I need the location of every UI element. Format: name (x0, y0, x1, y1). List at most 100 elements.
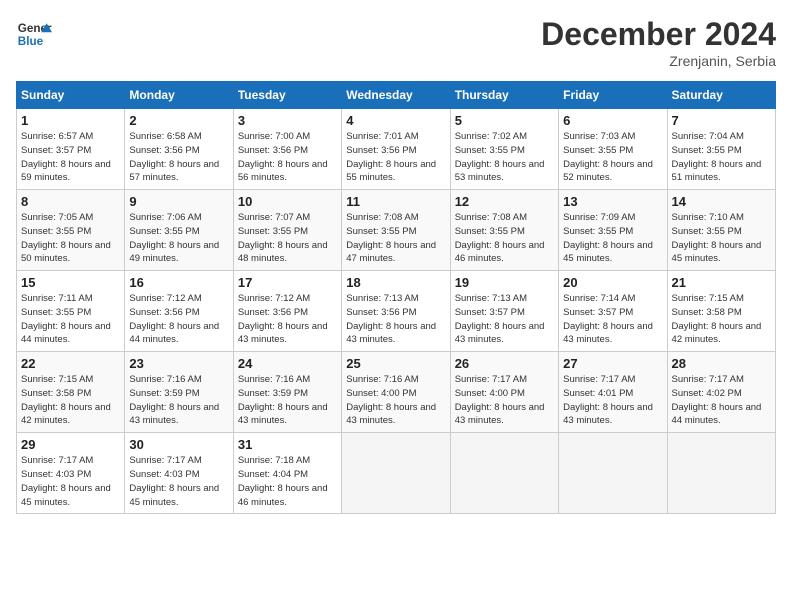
day-info: Sunrise: 7:17 AMSunset: 4:00 PMDaylight:… (455, 373, 554, 428)
header-sunday: Sunday (17, 82, 125, 109)
day-number: 20 (563, 275, 662, 290)
day-number: 23 (129, 356, 228, 371)
header-monday: Monday (125, 82, 233, 109)
day-cell-8: 8Sunrise: 7:05 AMSunset: 3:55 PMDaylight… (17, 190, 125, 271)
day-number: 10 (238, 194, 337, 209)
day-cell-17: 17 Sunrise: 7:12 AMSunset: 3:56 PMDayligh… (233, 271, 341, 352)
day-info: Sunrise: 7:15 AMSunset: 3:58 PMDaylight:… (672, 292, 771, 347)
day-number: 29 (21, 437, 120, 452)
day-info: Sunrise: 7:13 AMSunset: 3:57 PMDaylight:… (455, 292, 554, 347)
day-number: 19 (455, 275, 554, 290)
calendar-table: Sunday Monday Tuesday Wednesday Thursday… (16, 81, 776, 514)
day-cell-3: 3Sunrise: 7:00 AMSunset: 3:56 PMDaylight… (233, 109, 341, 190)
day-info: Sunrise: 7:10 AMSunset: 3:55 PMDaylight:… (672, 211, 771, 266)
day-info: Sunrise: 7:16 AMSunset: 3:59 PMDaylight:… (238, 373, 337, 428)
page-header: General Blue December 2024 Zrenjanin, Se… (16, 16, 776, 69)
week-row-3: 15 Sunrise: 7:11 AMSunset: 3:55 PMDayligh… (17, 271, 776, 352)
day-cell-24: 24 Sunrise: 7:16 AMSunset: 3:59 PMDayligh… (233, 352, 341, 433)
day-number: 24 (238, 356, 337, 371)
day-cell-21: 21 Sunrise: 7:15 AMSunset: 3:58 PMDayligh… (667, 271, 775, 352)
logo: General Blue (16, 16, 52, 52)
day-number: 18 (346, 275, 445, 290)
day-cell-6: 6 Sunrise: 7:03 AMSunset: 3:55 PMDaylight… (559, 109, 667, 190)
day-info: Sunrise: 7:13 AMSunset: 3:56 PMDaylight:… (346, 292, 445, 347)
day-info: Sunrise: 7:01 AMSunset: 3:56 PMDaylight:… (346, 130, 445, 185)
header-thursday: Thursday (450, 82, 558, 109)
day-number: 1 (21, 113, 120, 128)
day-info: Sunrise: 7:07 AMSunset: 3:55 PMDaylight:… (238, 211, 337, 266)
day-number: 22 (21, 356, 120, 371)
header-tuesday: Tuesday (233, 82, 341, 109)
day-number: 30 (129, 437, 228, 452)
day-number: 28 (672, 356, 771, 371)
day-cell-26: 26Sunrise: 7:17 AMSunset: 4:00 PMDayligh… (450, 352, 558, 433)
empty-cell (559, 433, 667, 514)
day-cell-4: 4 Sunrise: 7:01 AMSunset: 3:56 PMDaylight… (342, 109, 450, 190)
day-number: 12 (455, 194, 554, 209)
day-cell-5: 5Sunrise: 7:02 AMSunset: 3:55 PMDaylight… (450, 109, 558, 190)
day-cell-22: 22 Sunrise: 7:15 AMSunset: 3:58 PMDayligh… (17, 352, 125, 433)
day-info: Sunrise: 7:08 AMSunset: 3:55 PMDaylight:… (455, 211, 554, 266)
day-info: Sunrise: 7:04 AMSunset: 3:55 PMDaylight:… (672, 130, 771, 185)
day-info: Sunrise: 7:16 AMSunset: 4:00 PMDaylight:… (346, 373, 445, 428)
day-info: Sunrise: 7:14 AMSunset: 3:57 PMDaylight:… (563, 292, 662, 347)
day-cell-10: 10 Sunrise: 7:07 AMSunset: 3:55 PMDayligh… (233, 190, 341, 271)
day-info: Sunrise: 7:18 AMSunset: 4:04 PMDaylight:… (238, 454, 337, 509)
day-number: 2 (129, 113, 228, 128)
day-info: Sunrise: 7:06 AMSunset: 3:55 PMDaylight:… (129, 211, 228, 266)
day-cell-27: 27Sunrise: 7:17 AMSunset: 4:01 PMDayligh… (559, 352, 667, 433)
day-number: 15 (21, 275, 120, 290)
day-info: Sunrise: 7:15 AMSunset: 3:58 PMDaylight:… (21, 373, 120, 428)
day-cell-7: 7Sunrise: 7:04 AMSunset: 3:55 PMDaylight… (667, 109, 775, 190)
weekday-header-row: Sunday Monday Tuesday Wednesday Thursday… (17, 82, 776, 109)
day-cell-15: 15 Sunrise: 7:11 AMSunset: 3:55 PMDayligh… (17, 271, 125, 352)
day-cell-20: 20 Sunrise: 7:14 AMSunset: 3:57 PMDayligh… (559, 271, 667, 352)
day-cell-18: 18 Sunrise: 7:13 AMSunset: 3:56 PMDayligh… (342, 271, 450, 352)
day-number: 25 (346, 356, 445, 371)
week-row-2: 8Sunrise: 7:05 AMSunset: 3:55 PMDaylight… (17, 190, 776, 271)
day-info: Sunrise: 7:03 AMSunset: 3:55 PMDaylight:… (563, 130, 662, 185)
day-info: Sunrise: 7:09 AMSunset: 3:55 PMDaylight:… (563, 211, 662, 266)
day-info: Sunrise: 7:12 AMSunset: 3:56 PMDaylight:… (238, 292, 337, 347)
day-cell-19: 19 Sunrise: 7:13 AMSunset: 3:57 PMDayligh… (450, 271, 558, 352)
day-cell-14: 14Sunrise: 7:10 AMSunset: 3:55 PMDayligh… (667, 190, 775, 271)
empty-cell (667, 433, 775, 514)
day-number: 5 (455, 113, 554, 128)
day-info: Sunrise: 7:08 AMSunset: 3:55 PMDaylight:… (346, 211, 445, 266)
location: Zrenjanin, Serbia (541, 53, 776, 69)
day-cell-25: 25 Sunrise: 7:16 AMSunset: 4:00 PMDayligh… (342, 352, 450, 433)
week-row-4: 22 Sunrise: 7:15 AMSunset: 3:58 PMDayligh… (17, 352, 776, 433)
header-saturday: Saturday (667, 82, 775, 109)
day-number: 6 (563, 113, 662, 128)
day-cell-31: 31 Sunrise: 7:18 AMSunset: 4:04 PMDayligh… (233, 433, 341, 514)
day-cell-23: 23Sunrise: 7:16 AMSunset: 3:59 PMDayligh… (125, 352, 233, 433)
day-cell-9: 9 Sunrise: 7:06 AMSunset: 3:55 PMDaylight… (125, 190, 233, 271)
day-info: Sunrise: 7:17 AMSunset: 4:03 PMDaylight:… (129, 454, 228, 509)
day-number: 16 (129, 275, 228, 290)
day-number: 9 (129, 194, 228, 209)
day-number: 4 (346, 113, 445, 128)
day-cell-28: 28Sunrise: 7:17 AMSunset: 4:02 PMDayligh… (667, 352, 775, 433)
day-info: Sunrise: 6:57 AMSunset: 3:57 PMDaylight:… (21, 130, 120, 185)
day-number: 31 (238, 437, 337, 452)
day-number: 21 (672, 275, 771, 290)
month-title: December 2024 (541, 16, 776, 53)
week-row-1: 1 Sunrise: 6:57 AMSunset: 3:57 PMDaylight… (17, 109, 776, 190)
header-wednesday: Wednesday (342, 82, 450, 109)
day-number: 17 (238, 275, 337, 290)
svg-text:Blue: Blue (18, 35, 44, 48)
week-row-5: 29 Sunrise: 7:17 AMSunset: 4:03 PMDayligh… (17, 433, 776, 514)
day-info: Sunrise: 7:17 AMSunset: 4:03 PMDaylight:… (21, 454, 120, 509)
title-block: December 2024 Zrenjanin, Serbia (541, 16, 776, 69)
day-cell-16: 16Sunrise: 7:12 AMSunset: 3:56 PMDayligh… (125, 271, 233, 352)
empty-cell (342, 433, 450, 514)
day-info: Sunrise: 7:17 AMSunset: 4:01 PMDaylight:… (563, 373, 662, 428)
day-cell-2: 2Sunrise: 6:58 AMSunset: 3:56 PMDaylight… (125, 109, 233, 190)
day-cell-13: 13Sunrise: 7:09 AMSunset: 3:55 PMDayligh… (559, 190, 667, 271)
day-cell-29: 29 Sunrise: 7:17 AMSunset: 4:03 PMDayligh… (17, 433, 125, 514)
day-cell-11: 11Sunrise: 7:08 AMSunset: 3:55 PMDayligh… (342, 190, 450, 271)
day-info: Sunrise: 7:05 AMSunset: 3:55 PMDaylight:… (21, 211, 120, 266)
day-cell-12: 12 Sunrise: 7:08 AMSunset: 3:55 PMDayligh… (450, 190, 558, 271)
day-info: Sunrise: 7:11 AMSunset: 3:55 PMDaylight:… (21, 292, 120, 347)
empty-cell (450, 433, 558, 514)
